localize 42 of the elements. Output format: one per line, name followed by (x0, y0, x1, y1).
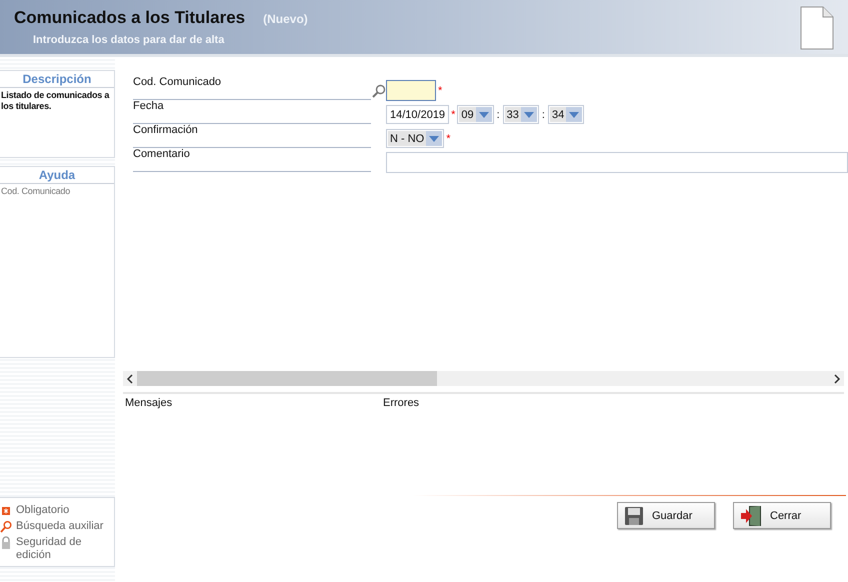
legend-label: Búsqueda auxiliar (16, 520, 104, 533)
panel-title: Ayuda (0, 167, 114, 184)
document-icon (800, 6, 834, 50)
legend-label: Seguridad de edición (16, 536, 82, 562)
caret-icon (429, 136, 440, 142)
help-text: Cod. Comunicado (0, 185, 72, 198)
caret-icon (524, 112, 534, 118)
save-button[interactable]: Guardar (617, 502, 715, 529)
field-label: Fecha (133, 100, 164, 112)
input-field[interactable] (386, 80, 436, 101)
errors-label: Errores (383, 397, 420, 411)
status-label: (Nuevo) (263, 12, 308, 26)
time-dropdown[interactable]: 34 (548, 105, 584, 124)
time-separator: : (496, 108, 500, 120)
field-label: Cod. Comunicado (133, 76, 222, 88)
messages-label: Mensajes (125, 397, 174, 411)
lock-icon (0, 536, 12, 549)
field-label: Comentario (133, 148, 190, 160)
scroll-left-icon[interactable] (126, 374, 134, 384)
description-text: Listado de comunicados a los titulares. (0, 89, 110, 112)
search-icon[interactable] (372, 84, 386, 98)
required-mark: * (438, 84, 442, 96)
field-label: Confirmación (133, 124, 198, 136)
legend-label: Obligatorio (16, 504, 70, 517)
required-mark: * (451, 108, 456, 120)
panel-title: Descripción (0, 71, 114, 88)
horizontal-scrollbar[interactable] (123, 371, 844, 386)
page-title: Comunicados a los Titulares (14, 8, 246, 28)
page-subtitle: Introduzca los datos para dar de alta (33, 34, 226, 46)
search-icon (0, 520, 12, 533)
time-dropdown[interactable]: 09 (457, 105, 494, 124)
time-separator: : (542, 108, 545, 120)
time-dropdown[interactable]: 33 (502, 105, 539, 124)
caret-icon (569, 112, 580, 118)
caret-icon (478, 112, 489, 118)
close-button[interactable]: Cerrar (733, 502, 831, 529)
input-field[interactable] (386, 152, 848, 173)
exit-door-icon (740, 504, 762, 526)
date-field[interactable]: 14/10/2019 (386, 105, 450, 124)
scroll-right-icon[interactable] (833, 374, 841, 384)
required-mark: * (446, 132, 451, 144)
dropdown[interactable]: N - NO (386, 129, 444, 148)
